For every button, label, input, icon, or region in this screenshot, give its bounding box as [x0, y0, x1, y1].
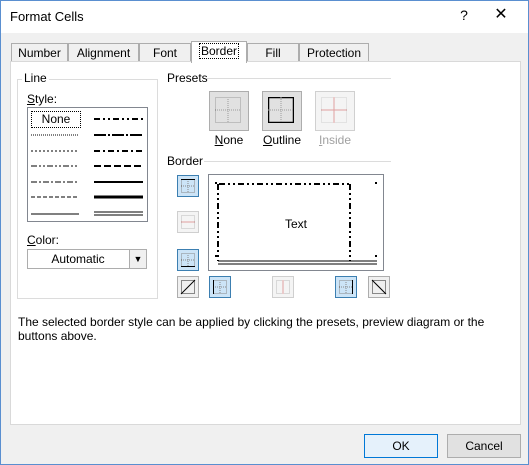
- cancel-button[interactable]: Cancel: [447, 434, 521, 458]
- border-right-icon: [339, 280, 353, 294]
- border-inside-vertical-icon: [276, 280, 290, 294]
- help-button[interactable]: ?: [454, 5, 474, 25]
- preset-inside-icon: [321, 97, 347, 123]
- diagonal-down-icon: [371, 279, 387, 295]
- color-dropdown[interactable]: Automatic ▼: [27, 249, 147, 269]
- border-divider: [204, 161, 391, 162]
- border-inside-vertical-button: [272, 276, 294, 298]
- border-inside-horizontal-button: [177, 211, 199, 233]
- window-title: Format Cells: [10, 9, 84, 24]
- chevron-down-icon[interactable]: ▼: [129, 250, 146, 268]
- tab-alignment[interactable]: Alignment: [68, 43, 139, 62]
- border-bottom-button[interactable]: [177, 249, 199, 271]
- border-left-button[interactable]: [209, 276, 231, 298]
- preset-inside-button: [315, 91, 355, 131]
- description-text: The selected border style can be applied…: [18, 315, 485, 343]
- border-bottom-icon: [181, 253, 195, 267]
- style-label: Style:: [27, 92, 58, 106]
- preset-inside-label: Inside: [318, 133, 352, 147]
- preset-none-label: None: [214, 133, 244, 147]
- format-cells-dialog: Format Cells ? ✕ Number Alignment Font B…: [0, 0, 529, 465]
- border-panel: Line Style: None Color: Automatic ▼ Pres…: [10, 61, 521, 425]
- tab-protection[interactable]: Protection: [299, 43, 369, 62]
- border-top-icon: [181, 179, 195, 193]
- border-diagonal-down-button[interactable]: [368, 276, 390, 298]
- border-left-icon: [213, 280, 227, 294]
- tab-border[interactable]: Border: [191, 41, 247, 63]
- color-value: Automatic: [51, 252, 105, 266]
- ok-button[interactable]: OK: [364, 434, 438, 458]
- preview-text: Text: [284, 217, 307, 231]
- line-style-samples[interactable]: [28, 108, 147, 221]
- preset-outline-icon: [268, 97, 294, 123]
- border-inside-horizontal-icon: [181, 215, 195, 229]
- preset-outline-button[interactable]: [262, 91, 302, 131]
- border-diagonal-up-button[interactable]: [177, 276, 199, 298]
- title-bar: Format Cells ? ✕: [1, 1, 528, 33]
- border-group-label: Border: [165, 154, 206, 168]
- preset-none-button[interactable]: [209, 91, 249, 131]
- color-label: Color:: [27, 233, 60, 247]
- presets-divider: [207, 78, 391, 79]
- tab-font[interactable]: Font: [139, 43, 191, 62]
- border-preview[interactable]: Text: [208, 174, 384, 271]
- tab-number[interactable]: Number: [11, 43, 68, 62]
- presets-group-label: Presets: [165, 71, 210, 85]
- border-top-button[interactable]: [177, 175, 199, 197]
- preset-outline-label: Outline: [262, 133, 302, 147]
- tab-fill[interactable]: Fill: [247, 43, 299, 62]
- diagonal-up-icon: [180, 279, 196, 295]
- close-button[interactable]: ✕: [491, 5, 511, 25]
- line-group-label: Line: [22, 71, 49, 85]
- line-style-list[interactable]: None: [27, 107, 148, 222]
- preset-none-icon: [215, 97, 241, 123]
- border-right-button[interactable]: [335, 276, 357, 298]
